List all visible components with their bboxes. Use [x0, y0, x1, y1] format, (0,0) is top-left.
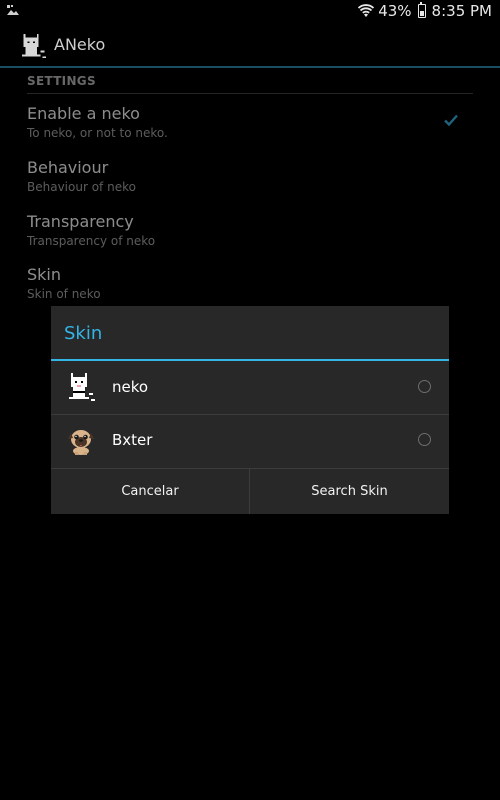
wifi-icon — [358, 4, 375, 17]
pref-title: Transparency — [27, 212, 134, 231]
status-time: 8:35 PM — [431, 2, 492, 20]
action-bar-divider — [0, 66, 500, 68]
dialog-title-divider — [51, 359, 449, 361]
pref-summary: To neko, or not to neko. — [27, 126, 168, 140]
pref-summary: Transparency of neko — [27, 234, 156, 248]
battery-percent: 43% — [378, 2, 412, 20]
checkmark-icon[interactable] — [443, 112, 459, 128]
skin-option-label: Bxter — [112, 431, 153, 449]
radio-button[interactable] — [418, 433, 431, 446]
pref-enable-neko[interactable]: Enable a neko To neko, or not to neko. — [27, 104, 473, 141]
pref-skin[interactable]: Skin Skin of neko — [27, 265, 473, 302]
dialog-button-bar: Cancelar Search Skin — [51, 468, 449, 514]
settings-category-header: SETTINGS — [27, 74, 96, 88]
status-icons: 43% 8:35 PM — [358, 1, 492, 20]
pref-title: Skin — [27, 265, 62, 284]
pref-behaviour[interactable]: Behaviour Behaviour of neko — [27, 158, 473, 195]
skin-option-label: neko — [112, 378, 149, 396]
radio-button[interactable] — [418, 380, 431, 393]
pref-title: Behaviour — [27, 158, 109, 177]
dialog-title: Skin — [64, 323, 103, 344]
pref-summary: Skin of neko — [27, 287, 101, 301]
cancel-button[interactable]: Cancelar — [51, 469, 250, 514]
app-title: ANeko — [54, 35, 106, 54]
pref-title: Enable a neko — [27, 104, 140, 123]
pref-transparency[interactable]: Transparency Transparency of neko — [27, 212, 473, 249]
action-bar: ANeko — [0, 24, 500, 66]
neko-cat-icon — [69, 373, 95, 401]
status-bar: 43% 8:35 PM — [0, 0, 500, 22]
neko-cat-icon[interactable] — [18, 30, 48, 60]
pug-dog-icon — [68, 430, 94, 455]
category-divider — [27, 93, 473, 94]
skin-option-bxter[interactable]: Bxter — [51, 415, 449, 467]
battery-icon — [417, 1, 426, 18]
notification-icon — [7, 5, 19, 15]
pref-summary: Behaviour of neko — [27, 180, 136, 194]
skin-option-neko[interactable]: neko — [51, 362, 449, 414]
search-skin-button[interactable]: Search Skin — [250, 469, 449, 514]
skin-dialog: Skin neko Bxter Cancelar Search Skin — [51, 306, 449, 514]
